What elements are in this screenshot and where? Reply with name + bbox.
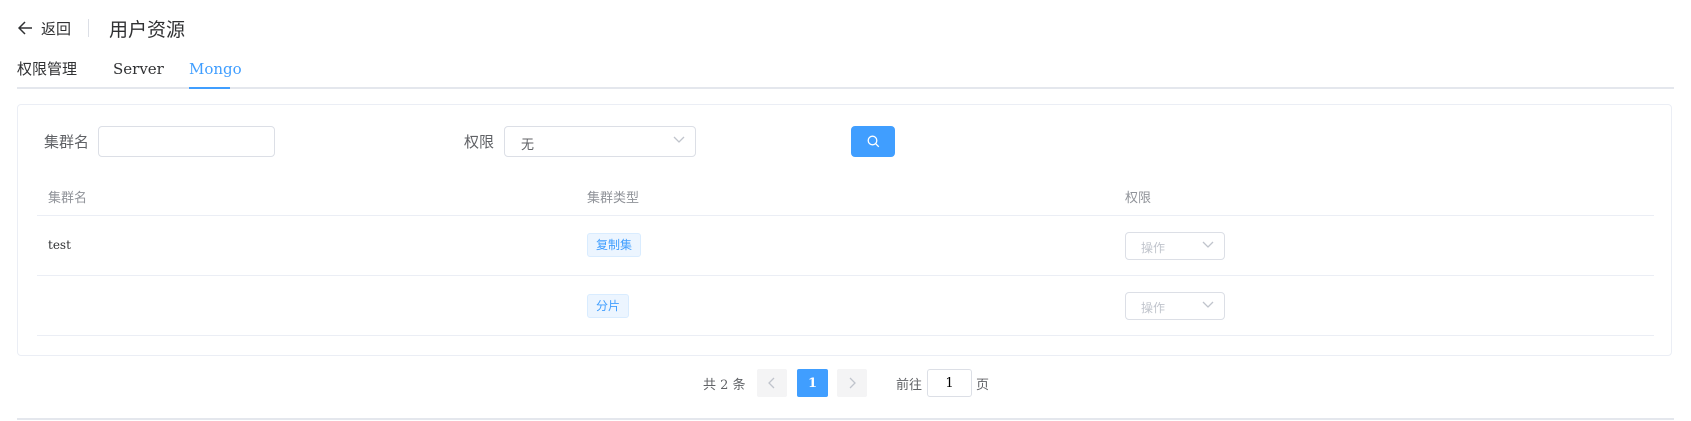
row-action-placeholder: 操作 [1141, 301, 1166, 315]
page-suffix: 页 [976, 378, 990, 393]
cluster-name-label: 集群名 [44, 133, 90, 151]
back-label: 返回 [41, 19, 72, 38]
chevron-left-icon [768, 377, 775, 389]
chevron-right-icon [849, 377, 856, 389]
search-icon [867, 135, 879, 148]
search-button[interactable] [851, 126, 895, 157]
row-action-select[interactable]: 操作 [1125, 232, 1225, 260]
cluster-type-tag: 复制集 [587, 233, 642, 257]
table-header-divider [37, 215, 1654, 216]
back-button[interactable]: 返回 [18, 17, 71, 39]
goto-label: 前往 [896, 378, 923, 393]
bottom-divider [17, 418, 1674, 420]
cluster-name-input[interactable] [98, 126, 275, 157]
arrow-left-icon [18, 21, 32, 35]
tab-permission-management[interactable]: 权限管理 [17, 58, 77, 88]
row-action-placeholder: 操作 [1141, 241, 1166, 255]
goto-page-input[interactable] [927, 369, 972, 397]
chevron-down-icon [1202, 241, 1214, 248]
permission-select-value: 无 [521, 138, 535, 153]
prev-page-button[interactable] [757, 369, 787, 397]
tab-bar-line [17, 87, 1674, 89]
permission-label: 权限 [464, 133, 495, 151]
column-header-permission: 权限 [1125, 191, 1152, 206]
page-title: 用户资源 [109, 19, 186, 41]
permission-select[interactable]: 无 [504, 126, 696, 157]
row-action-select[interactable]: 操作 [1125, 292, 1225, 320]
chevron-down-icon [673, 136, 685, 143]
table-cell-cluster-name: test [48, 238, 71, 252]
page-header [0, 0, 1691, 56]
tab-mongo[interactable]: Mongo [189, 58, 242, 88]
chevron-down-icon [1202, 301, 1214, 308]
tab-server[interactable]: Server [113, 58, 164, 88]
column-header-cluster-name: 集群名 [48, 191, 88, 206]
next-page-button[interactable] [837, 369, 867, 397]
tab-active-indicator [189, 87, 230, 89]
cluster-type-tag: 分片 [587, 294, 630, 318]
header-divider [88, 19, 89, 37]
pagination-total: 共 2 条 [703, 378, 746, 393]
page-number-button[interactable]: 1 [797, 369, 828, 397]
table-row-divider [37, 335, 1654, 336]
column-header-cluster-type: 集群类型 [587, 191, 640, 206]
table-row-divider [37, 275, 1654, 276]
